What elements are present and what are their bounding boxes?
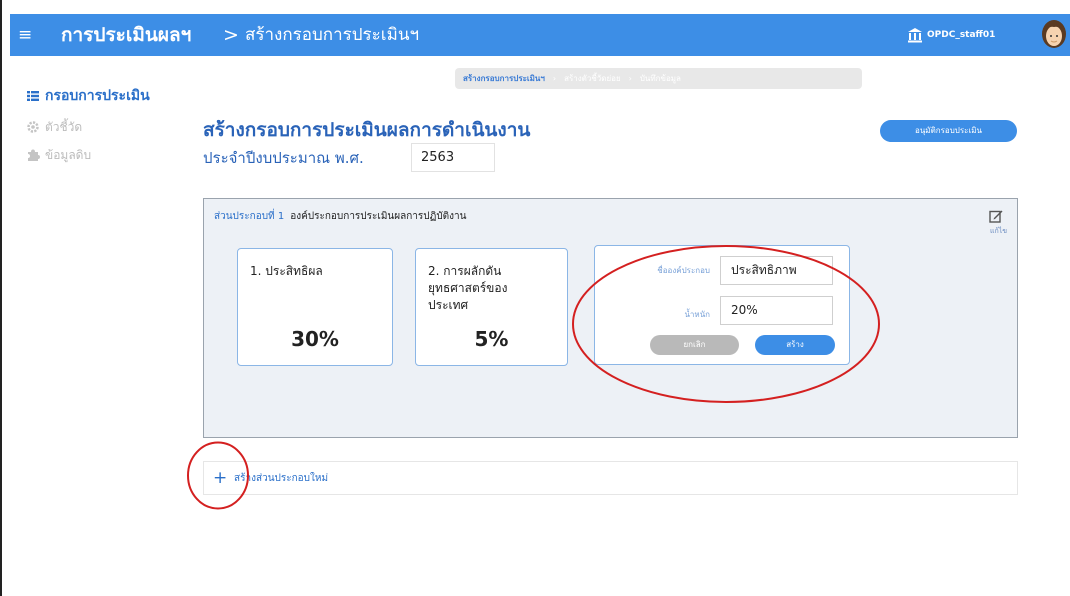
cancel-button[interactable]: ยกเลิก xyxy=(650,335,739,355)
page-title: สร้างกรอบการประเมินผลการดำเนินงาน xyxy=(203,119,531,141)
building-icon xyxy=(908,28,922,43)
component-name-label: ชื่อองค์ประกอบ xyxy=(657,266,710,275)
component-section: ส่วนประกอบที่ 1 องค์ประกอบการประเมินผลการ… xyxy=(203,198,1018,438)
approve-framework-button[interactable]: อนุมัติกรอบประเมิน xyxy=(880,120,1017,142)
top-navbar: ≡ การประเมินผลฯ > สร้างกรอบการประเมินฯ O… xyxy=(10,14,1070,56)
component-name: 1. ประสิทธิผล xyxy=(250,264,323,278)
plus-icon[interactable]: + xyxy=(213,469,227,487)
hamburger-icon[interactable]: ≡ xyxy=(18,25,36,45)
user-name[interactable]: OPDC_staff01 xyxy=(927,28,995,42)
sidebar-item-raw-data[interactable]: ข้อมูลดิบ xyxy=(26,145,91,165)
breadcrumb-separator: > xyxy=(223,24,239,46)
component-card[interactable]: 2. การผลักดันยุทธศาสตร์ของประเทศ 5% xyxy=(415,248,568,366)
left-edge xyxy=(0,0,2,596)
edit-icon[interactable] xyxy=(989,209,1003,223)
page: ≡ การประเมินผลฯ > สร้างกรอบการประเมินฯ O… xyxy=(0,0,1070,596)
progress-stepper: สร้างกรอบการประเมินฯ › สร้างตัวชี้วัดย่อ… xyxy=(455,68,862,89)
new-component-form: ชื่อองค์ประกอบ ประสิทธิภาพ น้ำหนัก 20% ย… xyxy=(594,245,850,365)
weight-input[interactable]: 20% xyxy=(720,296,833,325)
puzzle-icon xyxy=(28,149,40,161)
section-number: ส่วนประกอบที่ 1 xyxy=(214,211,285,222)
edit-label[interactable]: แก้ไข xyxy=(990,226,1007,237)
top-strip xyxy=(0,0,1070,14)
step-create-framework[interactable]: สร้างกรอบการประเมินฯ xyxy=(455,68,553,89)
component-card[interactable]: 1. ประสิทธิผล 30% xyxy=(237,248,393,366)
sidebar-item-framework[interactable]: กรอบการประเมิน xyxy=(26,86,150,106)
avatar[interactable] xyxy=(1039,18,1069,52)
component-weight: 30% xyxy=(291,327,339,351)
add-component-link[interactable]: สร้างส่วนประกอบใหม่ xyxy=(234,472,328,486)
step-record-data[interactable]: บันทึกข้อมูล xyxy=(632,68,689,89)
add-component-row[interactable]: + สร้างส่วนประกอบใหม่ xyxy=(203,461,1018,495)
sidebar-item-label: ตัวชี้วัด xyxy=(45,119,83,134)
list-icon xyxy=(27,91,39,101)
component-name-input[interactable]: ประสิทธิภาพ xyxy=(720,256,833,285)
component-weight: 5% xyxy=(474,327,509,351)
gear-icon xyxy=(27,121,39,133)
section-heading: ส่วนประกอบที่ 1 องค์ประกอบการประเมินผลการ… xyxy=(214,210,467,224)
fiscal-year-label: ประจำปีงบประมาณ พ.ศ. xyxy=(203,149,364,167)
weight-label: น้ำหนัก xyxy=(684,310,710,319)
sidebar-item-label: ข้อมูลดิบ xyxy=(45,147,92,162)
component-name: 2. การผลักดันยุทธศาสตร์ของประเทศ xyxy=(428,264,508,312)
step-create-indicators[interactable]: สร้างตัวชี้วัดย่อย xyxy=(556,68,629,89)
create-button[interactable]: สร้าง xyxy=(755,335,835,355)
sidebar-item-indicators[interactable]: ตัวชี้วัด xyxy=(26,117,82,137)
sidebar-item-label: กรอบการประเมิน xyxy=(45,88,150,104)
fiscal-year-field[interactable]: 2563 xyxy=(411,143,495,172)
app-title[interactable]: การประเมินผลฯ xyxy=(61,23,191,47)
section-title: องค์ประกอบการประเมินผลการปฏิบัติงาน xyxy=(290,211,467,222)
breadcrumb-current-page: สร้างกรอบการประเมินฯ xyxy=(245,25,419,45)
